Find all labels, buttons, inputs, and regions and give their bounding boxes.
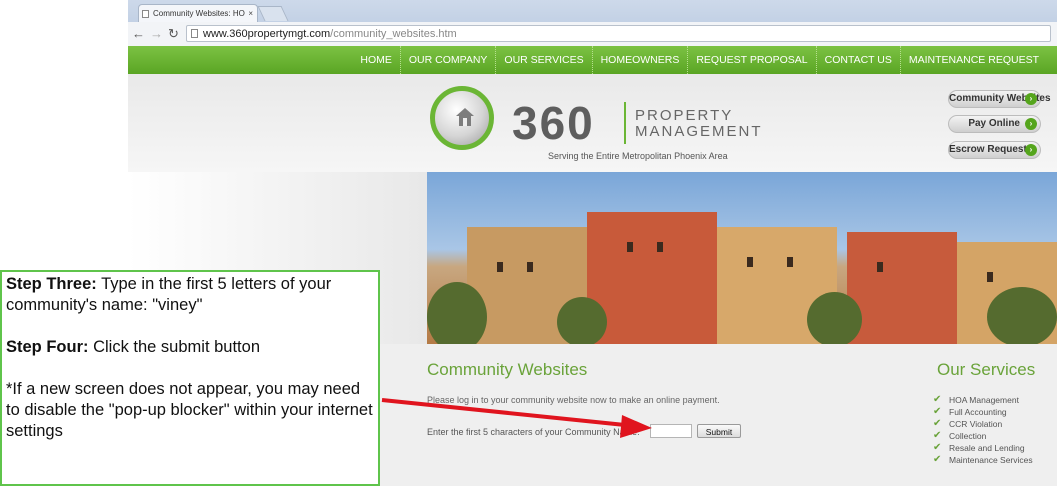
service-item[interactable]: ✔ CCR Violation	[932, 418, 1033, 430]
url-host: www.360propertymgt.com	[203, 28, 331, 40]
intro-text: Please log in to your community website …	[427, 395, 720, 405]
logo-divider	[624, 102, 626, 144]
check-icon: ✔	[933, 442, 942, 453]
nav-maintenance-request[interactable]: MAINTENANCE REQUEST	[899, 46, 1047, 74]
page-title: Community Websites	[427, 360, 588, 379]
site-nav: HOME OUR COMPANY OUR SERVICES HOMEOWNERS…	[128, 46, 1057, 74]
popup-note: *If a new screen does not appear, you ma…	[6, 380, 373, 440]
nav-our-services[interactable]: OUR SERVICES	[495, 46, 591, 74]
step-four-text: Click the submit button	[88, 338, 260, 356]
tab-title: Community Websites: HO	[153, 9, 245, 18]
step-four-heading: Step Four:	[6, 338, 89, 356]
instruction-callout: Step Three: Type in the first 5 letters …	[0, 270, 380, 486]
arrow-right-icon: ›	[1025, 118, 1037, 130]
community-websites-button[interactable]: Community Websites ›	[948, 90, 1051, 108]
arrow-right-icon: ›	[1025, 93, 1037, 105]
house-icon	[456, 108, 474, 126]
url-field[interactable]: www.360propertymgt.com/community_website…	[186, 25, 1051, 42]
escrow-requests-button[interactable]: Escrow Requests ›	[948, 141, 1041, 159]
page-icon	[142, 10, 149, 18]
logo-emblem	[430, 86, 494, 150]
service-item[interactable]: ✔ HOA Management	[932, 394, 1033, 406]
services-list: ✔ HOA Management ✔ Full Accounting ✔ CCR Vi…	[932, 394, 1033, 466]
service-label: Collection	[949, 431, 987, 441]
back-arrow-icon[interactable]: ←	[132, 26, 145, 42]
service-item[interactable]: ✔ Maintenance Services	[932, 454, 1033, 466]
browser-chrome: Community Websites: HO × ← → ↻ www.360pr…	[128, 0, 1057, 47]
tab-bar: Community Websites: HO ×	[128, 0, 1057, 22]
reload-icon[interactable]: ↻	[168, 26, 179, 42]
service-item[interactable]: ✔ Resale and Lending	[932, 442, 1033, 454]
service-item[interactable]: ✔ Collection	[932, 430, 1033, 442]
community-name-input[interactable]	[650, 424, 692, 438]
hero-image	[427, 172, 1057, 344]
forward-arrow-icon[interactable]: →	[150, 26, 163, 42]
arrow-right-icon: ›	[1025, 144, 1037, 156]
services-title: Our Services	[937, 360, 1036, 379]
step-four: Step Four: Click the submit button	[6, 337, 374, 358]
address-bar: ← → ↻ www.360propertymgt.com/community_w…	[128, 22, 1057, 47]
service-label: CCR Violation	[949, 419, 1003, 429]
page-icon	[191, 29, 198, 38]
logo-number: 360	[512, 97, 595, 149]
community-name-label: Enter the first 5 characters of your Com…	[427, 427, 640, 437]
check-icon: ✔	[933, 394, 942, 405]
browser-tab[interactable]: Community Websites: HO ×	[138, 4, 258, 22]
service-label: Resale and Lending	[949, 443, 1025, 453]
new-tab-button[interactable]	[257, 6, 289, 21]
nav-home[interactable]: HOME	[352, 46, 400, 74]
service-label: Maintenance Services	[949, 455, 1033, 465]
logo-line-2: MANAGEMENT	[635, 123, 763, 140]
nav-contact-us[interactable]: CONTACT US	[815, 46, 900, 74]
pay-online-label: Pay Online	[968, 118, 1020, 129]
check-icon: ✔	[933, 430, 942, 441]
check-icon: ✔	[933, 406, 942, 417]
submit-button[interactable]: Submit	[697, 424, 741, 438]
url-path: /community_websites.htm	[330, 28, 457, 40]
pay-online-button[interactable]: Pay Online ›	[948, 115, 1041, 133]
nav-homeowners[interactable]: HOMEOWNERS	[591, 46, 688, 74]
logo-line-1: PROPERTY	[635, 107, 734, 124]
check-icon: ✔	[933, 454, 942, 465]
nav-request-proposal[interactable]: REQUEST PROPOSAL	[687, 46, 815, 74]
check-icon: ✔	[933, 418, 942, 429]
nav-our-company[interactable]: OUR COMPANY	[399, 46, 496, 74]
step-three: Step Three: Type in the first 5 letters …	[6, 274, 374, 316]
service-item[interactable]: ✔ Full Accounting	[932, 406, 1033, 418]
site-header: 360 PROPERTY MANAGEMENT Serving the Enti…	[128, 74, 1057, 172]
escrow-requests-label: Escrow Requests	[949, 144, 1033, 155]
step-three-heading: Step Three:	[6, 275, 97, 293]
tagline: Serving the Entire Metropolitan Phoenix …	[548, 151, 728, 161]
service-label: HOA Management	[949, 395, 1019, 405]
service-label: Full Accounting	[949, 407, 1007, 417]
close-icon[interactable]: ×	[248, 5, 253, 22]
